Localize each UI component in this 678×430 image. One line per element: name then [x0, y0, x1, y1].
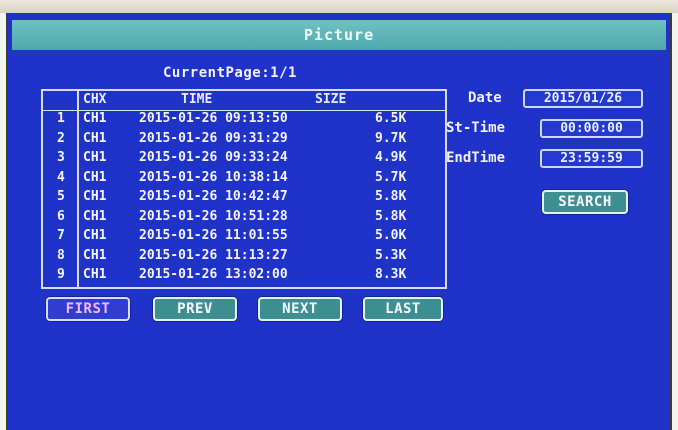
row-size: 6.5K — [375, 111, 407, 126]
row-size: 4.9K — [375, 150, 407, 165]
row-number: 2 — [57, 130, 65, 146]
row-time: 2015-01-26 09:13:50 — [139, 111, 288, 126]
header-chx: CHX — [83, 92, 107, 107]
table-row[interactable]: 1 CH1 2015-01-26 09:13:50 6.5K — [43, 110, 445, 129]
date-label: Date — [468, 90, 502, 106]
row-time: 2015-01-26 10:38:14 — [139, 169, 288, 185]
row-time: 2015-01-26 13:02:00 — [139, 267, 288, 282]
row-size: 5.8K — [375, 189, 407, 204]
row-number: 8 — [57, 247, 65, 263]
current-page-indicator: CurrentPage:1/1 — [163, 65, 297, 81]
table-row[interactable]: 8 CH1 2015-01-26 11:13:27 5.3K — [43, 247, 445, 266]
row-size: 9.7K — [375, 130, 407, 146]
table-row[interactable]: 4 CH1 2015-01-26 10:38:14 5.7K — [43, 169, 445, 188]
table-row[interactable]: 9 CH1 2015-01-26 13:02:00 8.3K — [43, 266, 445, 285]
row-channel: CH1 — [83, 228, 107, 243]
header-size: SIZE — [315, 92, 347, 107]
search-button[interactable]: SEARCH — [542, 190, 628, 214]
row-size: 5.0K — [375, 228, 407, 243]
last-button[interactable]: LAST — [363, 297, 443, 321]
table-row[interactable]: 6 CH1 2015-01-26 10:51:28 5.8K — [43, 208, 445, 227]
table-header: CHX TIME SIZE — [43, 91, 445, 111]
row-channel: CH1 — [83, 150, 107, 165]
row-size: 5.3K — [375, 247, 407, 263]
row-channel: CH1 — [83, 189, 107, 204]
row-time: 2015-01-26 09:31:29 — [139, 130, 288, 146]
header-time: TIME — [181, 92, 213, 107]
table-row[interactable]: 3 CH1 2015-01-26 09:33:24 4.9K — [43, 149, 445, 168]
row-number: 9 — [57, 267, 65, 282]
row-time: 2015-01-26 11:13:27 — [139, 247, 288, 263]
row-channel: CH1 — [83, 208, 107, 224]
prev-button[interactable]: PREV — [153, 297, 237, 321]
row-number: 3 — [57, 150, 65, 165]
top-frame-strip — [0, 0, 678, 13]
row-channel: CH1 — [83, 247, 107, 263]
end-time-label: EndTime — [446, 150, 506, 166]
first-button[interactable]: FIRST — [46, 297, 130, 321]
picture-table: CHX TIME SIZE 1 CH1 2015-01-26 09:13:50 … — [41, 89, 447, 289]
row-channel: CH1 — [83, 130, 107, 146]
row-channel: CH1 — [83, 111, 107, 126]
table-row[interactable]: 2 CH1 2015-01-26 09:31:29 9.7K — [43, 130, 445, 149]
start-time-label: St-Time — [446, 120, 506, 136]
row-size: 8.3K — [375, 267, 407, 282]
row-channel: CH1 — [83, 169, 107, 185]
row-number: 6 — [57, 208, 65, 224]
row-number: 1 — [57, 111, 65, 126]
window-title: Picture — [12, 20, 666, 50]
row-size: 5.8K — [375, 208, 407, 224]
picture-window: Picture CurrentPage:1/1 CHX TIME SIZE 1 … — [6, 13, 672, 430]
row-time: 2015-01-26 09:33:24 — [139, 150, 288, 165]
next-button[interactable]: NEXT — [258, 297, 342, 321]
row-number: 5 — [57, 189, 65, 204]
row-size: 5.7K — [375, 169, 407, 185]
row-channel: CH1 — [83, 267, 107, 282]
table-row[interactable]: 7 CH1 2015-01-26 11:01:55 5.0K — [43, 227, 445, 246]
row-time: 2015-01-26 11:01:55 — [139, 228, 288, 243]
row-time: 2015-01-26 10:51:28 — [139, 208, 288, 224]
row-number: 4 — [57, 169, 65, 185]
end-time-field[interactable]: 23:59:59 — [540, 149, 643, 168]
date-field[interactable]: 2015/01/26 — [523, 89, 643, 108]
start-time-field[interactable]: 00:00:00 — [540, 119, 643, 138]
row-number: 7 — [57, 228, 65, 243]
table-row[interactable]: 5 CH1 2015-01-26 10:42:47 5.8K — [43, 188, 445, 207]
row-time: 2015-01-26 10:42:47 — [139, 189, 288, 204]
